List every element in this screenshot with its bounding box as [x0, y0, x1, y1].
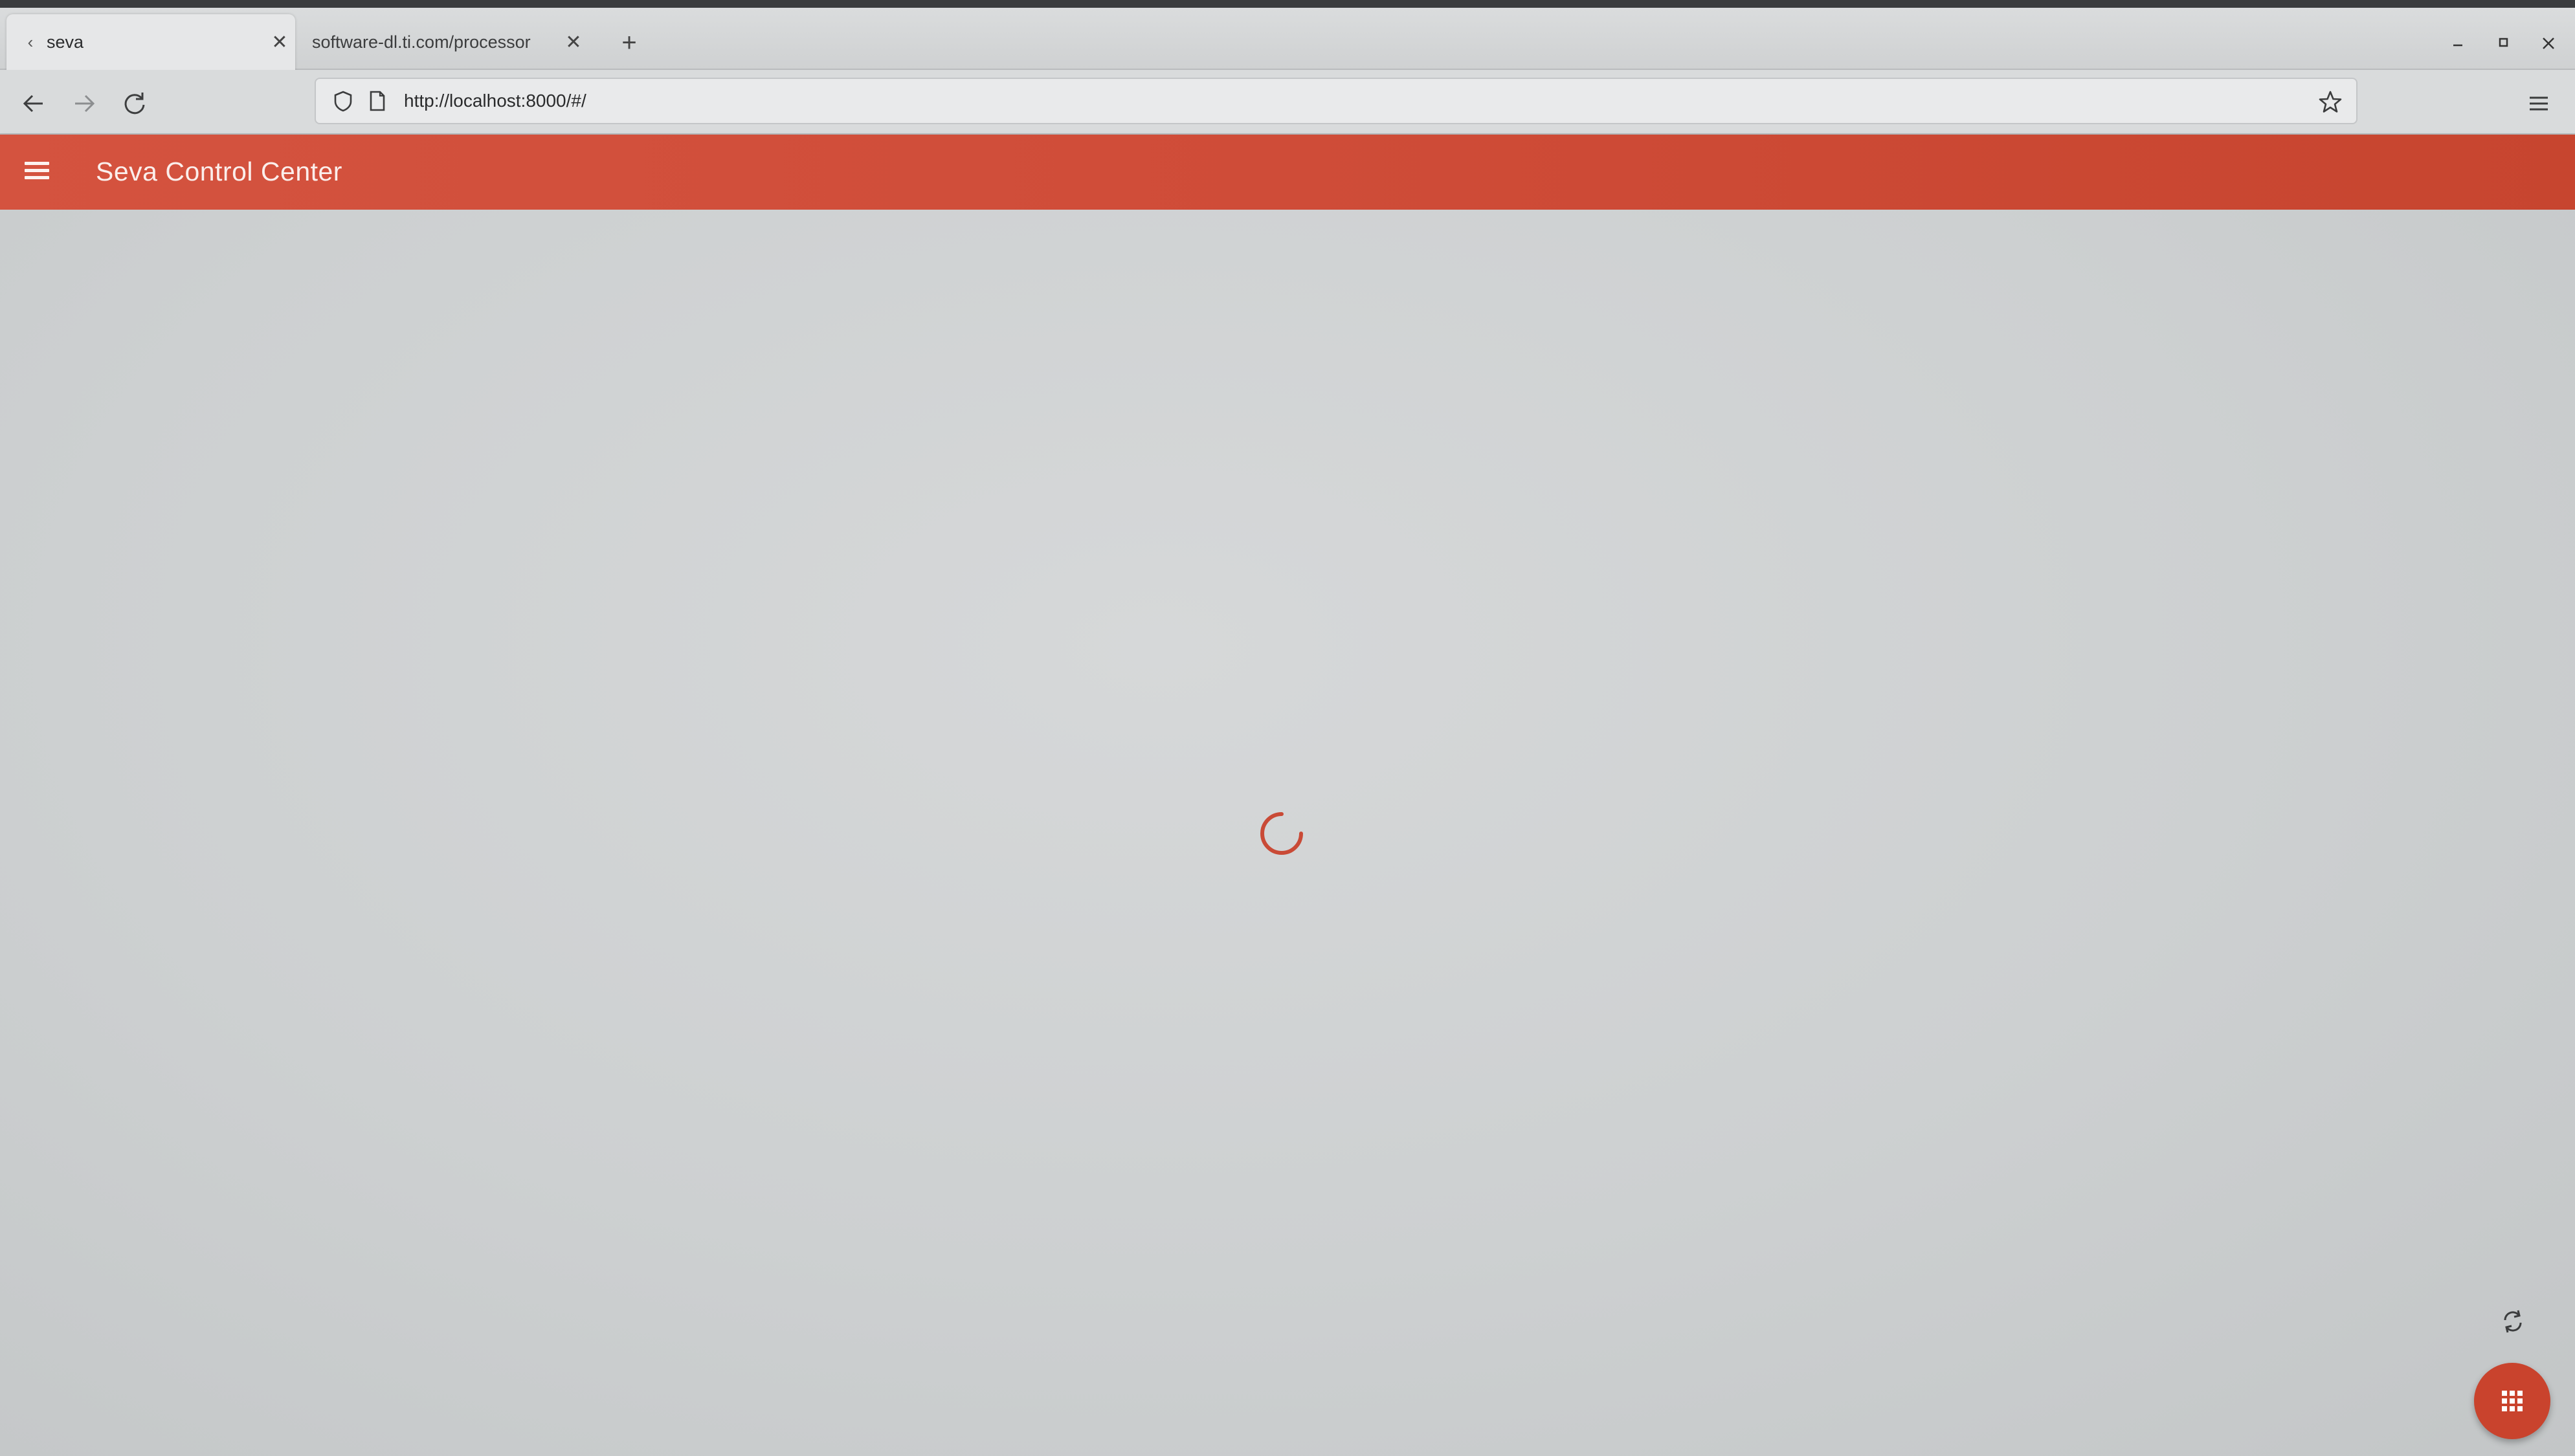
tab-title: seva	[47, 32, 84, 52]
browser-menu-button[interactable]	[2521, 85, 2557, 122]
tab-software-dl[interactable]: software-dl.ti.com/processor ✕	[304, 14, 589, 70]
app-menu-button[interactable]	[25, 158, 53, 186]
address-bar[interactable]: http://localhost:8000/#/	[315, 78, 2358, 124]
arrow-left-icon	[23, 94, 43, 113]
reload-icon	[124, 93, 145, 115]
sync-icon[interactable]	[2495, 1303, 2531, 1340]
tab-bar: ‹ seva ✕ software-dl.ti.com/processor ✕ …	[0, 8, 2575, 70]
menu-bar-line	[25, 176, 49, 179]
close-window-button[interactable]	[2531, 26, 2566, 61]
url-text: http://localhost:8000/#/	[404, 91, 586, 111]
star-icon[interactable]	[2316, 88, 2345, 116]
menu-bar-line	[25, 162, 49, 165]
menu-bar-line	[25, 169, 49, 172]
forward-button[interactable]	[65, 84, 104, 123]
main-content	[0, 210, 2575, 1456]
tab-close-button[interactable]: ✕	[558, 31, 589, 54]
new-tab-button[interactable]: +	[615, 30, 643, 58]
minimize-button[interactable]	[2440, 26, 2475, 61]
maximize-icon	[2499, 38, 2508, 47]
window-top-edge	[0, 0, 2575, 8]
tab-close-button[interactable]: ✕	[264, 31, 295, 54]
shield-icon[interactable]	[329, 87, 357, 115]
minimize-icon	[2453, 44, 2462, 47]
arrow-right-icon	[75, 94, 95, 113]
tab-title: software-dl.ti.com/processor	[312, 32, 531, 52]
navigation-bar: http://localhost:8000/#/	[0, 70, 2575, 135]
loading-spinner-icon	[1260, 812, 1303, 855]
app-title: Seva Control Center	[96, 157, 342, 186]
maximize-button[interactable]	[2486, 26, 2521, 61]
app-header: Seva Control Center	[0, 135, 2575, 210]
loading-favicon-icon: ‹	[27, 32, 34, 52]
hamburger-menu-icon	[2530, 96, 2548, 111]
back-button[interactable]	[14, 84, 53, 123]
grid-icon	[2502, 1391, 2523, 1411]
apps-fab-button[interactable]	[2474, 1363, 2550, 1439]
reload-button[interactable]	[115, 84, 154, 123]
tab-seva[interactable]: ‹ seva ✕	[6, 14, 295, 70]
close-icon	[2543, 38, 2554, 49]
page-icon	[370, 91, 385, 111]
